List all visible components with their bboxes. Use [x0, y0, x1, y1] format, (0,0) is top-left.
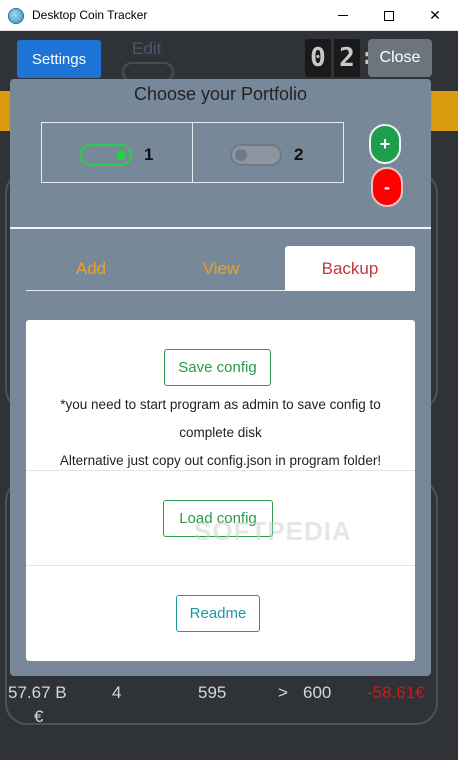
- tab-add[interactable]: Add: [26, 246, 156, 291]
- add-portfolio-button[interactable]: +: [369, 124, 401, 164]
- clock-digit: 2: [334, 39, 360, 77]
- coin-change: -58.61€: [367, 683, 425, 702]
- portfolio-divider: [192, 123, 193, 182]
- admin-note-line1: *you need to start program as admin to s…: [60, 397, 381, 412]
- toggle-knob: [116, 150, 126, 160]
- modal-divider: [10, 227, 431, 229]
- coin-col3: >: [278, 683, 288, 702]
- readme-button[interactable]: Readme: [176, 595, 260, 632]
- window-close-button[interactable]: ✕: [412, 0, 458, 31]
- coin-currency: €: [34, 707, 44, 726]
- backup-panel: Save config *you need to start program a…: [26, 320, 415, 661]
- settings-button[interactable]: Settings: [17, 40, 101, 78]
- alternative-note: Alternative just copy out config.json in…: [59, 453, 382, 468]
- tab-view[interactable]: View: [156, 246, 286, 291]
- close-button[interactable]: Close: [368, 39, 432, 77]
- edit-label: Edit: [132, 39, 162, 58]
- modal-tabs: Add View Backup: [26, 246, 415, 291]
- minimize-button[interactable]: [320, 0, 366, 31]
- maximize-icon: [384, 10, 394, 21]
- portfolio-selector: 1 2: [41, 122, 344, 183]
- watermark: SOFTPEDIA: [194, 516, 352, 546]
- clock-digit: 0: [305, 39, 331, 77]
- portfolio-modal: Choose your Portfolio 1 2 + - Add View B…: [10, 79, 431, 676]
- coin-col1: 4: [112, 683, 122, 702]
- coin-col4: 600: [303, 683, 332, 702]
- window-title: Desktop Coin Tracker: [32, 8, 148, 22]
- portfolio-1-label: 1: [144, 145, 154, 164]
- modal-title: Choose your Portfolio: [133, 84, 308, 104]
- portfolio-2-toggle[interactable]: [230, 144, 282, 166]
- save-config-button[interactable]: Save config: [164, 349, 271, 386]
- window-titlebar: Desktop Coin Tracker ✕: [0, 0, 458, 31]
- portfolio-option-1[interactable]: 1: [80, 143, 153, 167]
- panel-separator: [26, 470, 415, 471]
- minimize-icon: [338, 15, 348, 16]
- coin-col2: 595: [198, 683, 227, 702]
- maximize-button[interactable]: [366, 0, 412, 31]
- portfolio-1-toggle[interactable]: [80, 144, 132, 166]
- remove-portfolio-button[interactable]: -: [371, 167, 403, 207]
- admin-note-line2: complete disk: [179, 425, 262, 440]
- panel-separator: [26, 565, 415, 566]
- coin-amount: 57.67 B: [8, 683, 67, 702]
- tab-backup[interactable]: Backup: [285, 246, 415, 291]
- toggle-knob: [235, 149, 247, 161]
- app-coin-icon: [8, 8, 24, 24]
- portfolio-option-2[interactable]: 2: [230, 143, 303, 167]
- portfolio-2-label: 2: [294, 145, 304, 164]
- coin-row: 57.67 B € 4 595 > 600 -58.61€: [0, 671, 458, 726]
- clock-display: 0 2 :: [305, 39, 372, 77]
